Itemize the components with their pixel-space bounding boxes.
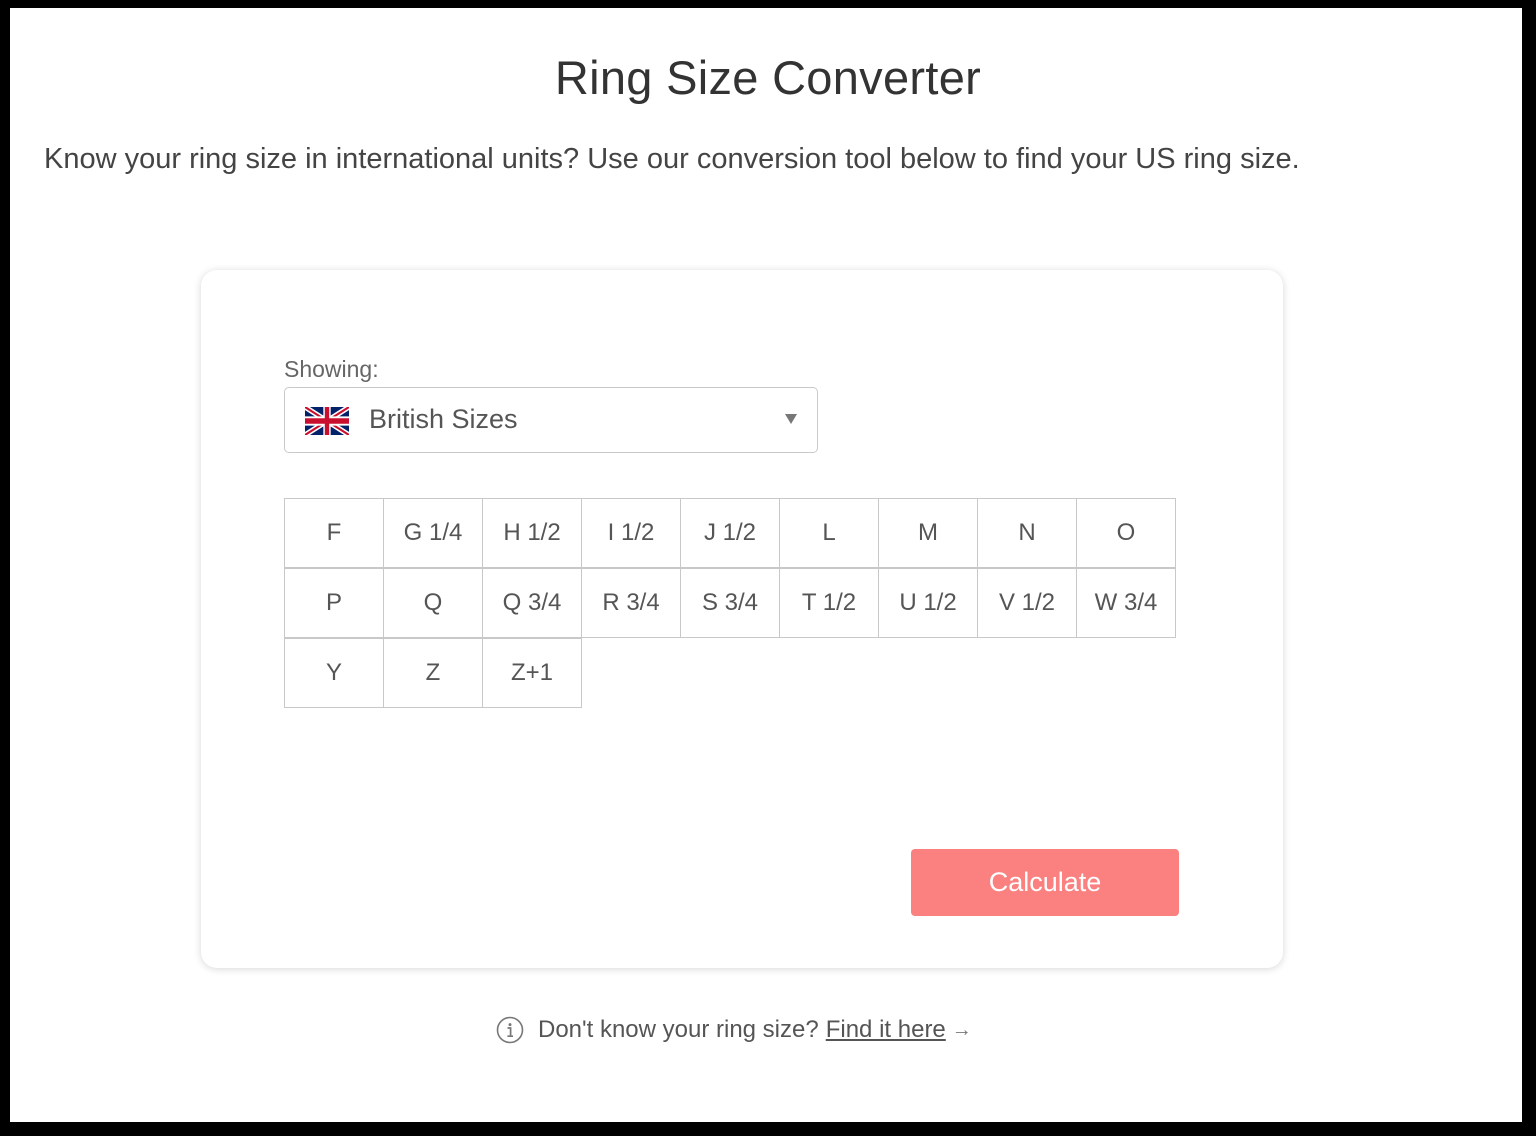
size-option[interactable]: M <box>878 498 978 568</box>
size-option[interactable]: U 1/2 <box>878 568 978 638</box>
calculate-button[interactable]: Calculate <box>911 849 1179 916</box>
size-option[interactable]: T 1/2 <box>779 568 879 638</box>
size-option[interactable]: W 3/4 <box>1076 568 1176 638</box>
size-option[interactable]: L <box>779 498 879 568</box>
size-option[interactable]: Q <box>383 568 483 638</box>
info-icon <box>496 1016 524 1044</box>
size-option[interactable]: V 1/2 <box>977 568 1077 638</box>
size-option[interactable]: Z <box>383 638 483 708</box>
size-option[interactable]: N <box>977 498 1077 568</box>
uk-flag-icon <box>305 407 349 435</box>
size-row: FG 1/4 H 1/2 I 1/2 J 1/2 L M N O <box>284 498 1186 568</box>
size-option[interactable]: H 1/2 <box>482 498 582 568</box>
page-title: Ring Size Converter <box>554 51 982 104</box>
size-option[interactable]: Q 3/4 <box>482 568 582 638</box>
converter-card: Showing: British Sizes FG 1/4 H 1/2 I 1/2 J… <box>201 270 1283 968</box>
size-option[interactable]: G 1/4 <box>383 498 483 568</box>
size-grid: FG 1/4 H 1/2 I 1/2 J 1/2 L M N O P Q Q 3/4 R 3/4 S 3… <box>284 498 1186 708</box>
size-row: Y Z Z+1 <box>284 638 1186 708</box>
page-subtitle: Know your ring size in international uni… <box>44 143 1300 175</box>
arrow-right-icon: → <box>951 1018 972 1041</box>
size-option[interactable]: Z+1 <box>482 638 582 708</box>
size-row: PQQ 3/4 R 3/4 S 3/4 T 1/2 U 1/2 V 1/2 W 3/4 <box>284 568 1186 638</box>
help-line: Don't know your ring size? Find it here … <box>496 1014 972 1046</box>
size-option[interactable]: R 3/4 <box>581 568 681 638</box>
size-option[interactable]: Y <box>284 638 384 708</box>
size-option[interactable]: F <box>284 498 384 568</box>
size-option[interactable]: I 1/2 <box>581 498 681 568</box>
size-option[interactable]: O <box>1076 498 1176 568</box>
showing-label: Showing: <box>284 356 379 382</box>
help-text: Don't know your ring size? <box>538 1016 819 1043</box>
caret-down-icon <box>785 414 797 424</box>
size-system-select[interactable]: British Sizes <box>284 387 818 453</box>
select-value: British Sizes <box>369 404 518 434</box>
find-size-link[interactable]: Find it here <box>826 1016 946 1044</box>
size-option[interactable]: J 1/2 <box>680 498 780 568</box>
size-option[interactable]: S 3/4 <box>680 568 780 638</box>
size-option[interactable]: P <box>284 568 384 638</box>
